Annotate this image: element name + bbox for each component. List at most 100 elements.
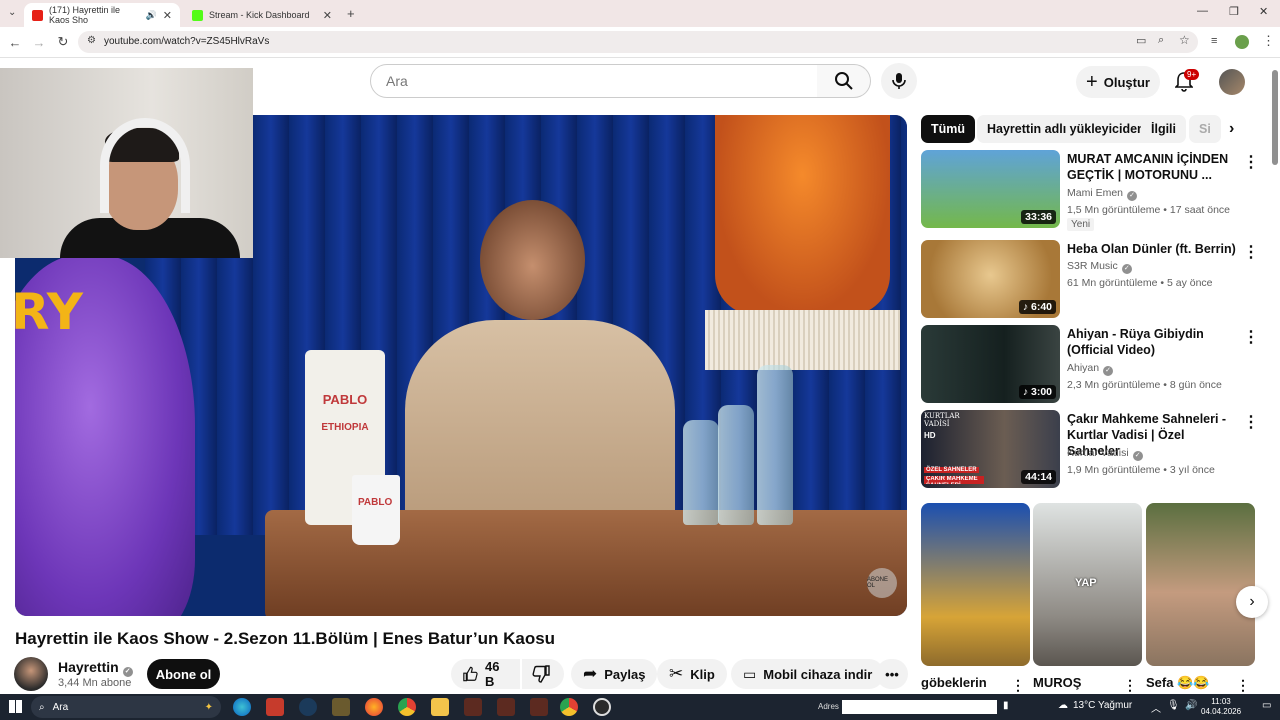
short-thumbnail[interactable] bbox=[921, 503, 1030, 666]
duration-badge: ♪ 6:40 bbox=[1018, 300, 1056, 314]
water-bottle bbox=[683, 420, 719, 525]
app-icon[interactable] bbox=[332, 698, 350, 716]
chip-related[interactable]: İlgili bbox=[1141, 115, 1186, 143]
notification-center-icon[interactable]: ▭ bbox=[1262, 700, 1271, 711]
short-thumbnail[interactable]: YAP bbox=[1033, 503, 1142, 666]
channel-text: Mami Emen bbox=[1067, 187, 1124, 199]
search-input[interactable]: Ara bbox=[370, 64, 818, 98]
more-options-icon[interactable]: ⋮ bbox=[1123, 677, 1137, 694]
browser-menu-icon[interactable]: ⋮ bbox=[1262, 33, 1275, 49]
voice-search-button[interactable] bbox=[881, 63, 917, 99]
bookmark-star-icon[interactable]: ☆ bbox=[1179, 33, 1190, 47]
profile-icon[interactable] bbox=[1235, 35, 1249, 49]
clip-button[interactable]: ✂ Klip bbox=[657, 659, 727, 689]
address-toolbar-input[interactable] bbox=[842, 700, 997, 714]
more-options-icon[interactable]: ⋮ bbox=[1011, 677, 1025, 694]
media-control-icon[interactable]: ≡ bbox=[1211, 35, 1217, 47]
microphone-icon[interactable]: 🎙 bbox=[1167, 700, 1180, 711]
like-button[interactable]: 46 B bbox=[451, 659, 520, 689]
obs-icon[interactable] bbox=[593, 698, 611, 716]
video-thumbnail[interactable]: ♪ 6:40 bbox=[921, 240, 1060, 318]
taskbar-search[interactable]: ⌕ Ara ✦ bbox=[31, 696, 221, 718]
site-info-icon[interactable]: ⚙ bbox=[87, 35, 96, 46]
more-actions-button[interactable]: ••• bbox=[876, 659, 908, 689]
recommendation-channel[interactable]: Kurtlar Vadisi ✓ bbox=[1067, 447, 1143, 461]
more-options-icon[interactable]: ⋮ bbox=[1243, 242, 1259, 262]
shorts-next-icon[interactable]: › bbox=[1236, 586, 1268, 618]
minimize-icon[interactable]: — bbox=[1197, 5, 1208, 17]
cast-icon[interactable]: ▭ bbox=[1136, 34, 1146, 47]
close-tab-icon[interactable]: ✕ bbox=[163, 9, 172, 22]
chrome-icon[interactable] bbox=[398, 698, 416, 716]
video-thumbnail[interactable]: ♪ 3:00 bbox=[921, 325, 1060, 403]
more-options-icon[interactable]: ⋮ bbox=[1243, 327, 1259, 347]
start-icon[interactable] bbox=[9, 700, 22, 713]
browser-tab-kick[interactable]: Stream - Kick Dashboard ✕ bbox=[184, 3, 340, 27]
subscribe-button[interactable]: Abone ol bbox=[147, 659, 220, 689]
store-icon[interactable] bbox=[266, 698, 284, 716]
reload-icon[interactable]: ↻ bbox=[54, 33, 72, 51]
short-thumbnail[interactable] bbox=[1146, 503, 1255, 666]
bag-origin: ETHIOPIA bbox=[321, 422, 369, 433]
recommendation-item[interactable]: KURTLAR VADİSİ HD ÖZEL SAHNELER ÇAKIR MA… bbox=[921, 410, 1261, 490]
tray-icon[interactable]: ▮ bbox=[1003, 700, 1009, 711]
recommendation-item[interactable]: 33:36 MURAT AMCANIN İÇİNDEN GEÇTİK | MOT… bbox=[921, 150, 1261, 231]
more-options-icon[interactable]: ⋮ bbox=[1243, 412, 1259, 432]
game-app-icon[interactable] bbox=[464, 698, 482, 716]
search-highlight-icon: ✦ bbox=[204, 701, 213, 713]
download-button[interactable]: ▭ Mobil cihaza indir bbox=[731, 659, 885, 689]
chrome-active-icon[interactable] bbox=[560, 698, 578, 716]
clock-date: 04.04.2026 bbox=[1201, 707, 1242, 716]
recommendation-title[interactable]: MURAT AMCANIN İÇİNDEN GEÇTİK | MOTORUNU … bbox=[1067, 151, 1237, 183]
back-icon[interactable]: ← bbox=[6, 33, 24, 51]
account-avatar[interactable] bbox=[1219, 69, 1245, 95]
recommendation-title[interactable]: Ahiyan - Rüya Gibiydin (Official Video) bbox=[1067, 326, 1237, 358]
dislike-button[interactable] bbox=[522, 659, 564, 689]
tab-search-icon[interactable]: ⌄ bbox=[8, 7, 16, 18]
video-thumbnail[interactable]: KURTLAR VADİSİ HD ÖZEL SAHNELER ÇAKIR MA… bbox=[921, 410, 1060, 488]
recommendation-item[interactable]: ♪ 3:00 Ahiyan - Rüya Gibiydin (Official … bbox=[921, 325, 1261, 405]
close-window-icon[interactable]: ✕ bbox=[1259, 5, 1268, 18]
chips-next-icon[interactable]: › bbox=[1229, 120, 1234, 138]
game-app-icon[interactable] bbox=[497, 698, 515, 716]
video-thumbnail[interactable]: 33:36 bbox=[921, 150, 1060, 228]
game-app-icon[interactable] bbox=[530, 698, 548, 716]
recommendation-title[interactable]: Heba Olan Dünler (ft. Berrin) bbox=[1067, 241, 1237, 257]
recommendation-channel[interactable]: S3R Music ✓ bbox=[1067, 260, 1132, 274]
recommendation-channel[interactable]: Mami Emen ✓ bbox=[1067, 187, 1138, 201]
taskbar-clock[interactable]: 11:03 04.04.2026 bbox=[1201, 697, 1241, 717]
search-button[interactable] bbox=[817, 64, 871, 98]
restore-icon[interactable]: ❐ bbox=[1229, 5, 1239, 18]
share-button[interactable]: ➦ Paylaş bbox=[571, 659, 658, 689]
recommendation-item[interactable]: ♪ 6:40 Heba Olan Dünler (ft. Berrin) S3R… bbox=[921, 240, 1261, 320]
steam-icon[interactable] bbox=[299, 698, 317, 716]
browser-toolbar: ← → ↻ ⚙ youtube.com/watch?v=ZS45HlvRaVs … bbox=[0, 27, 1280, 58]
edge-icon[interactable] bbox=[233, 698, 251, 716]
chip-more[interactable]: Si bbox=[1189, 115, 1221, 143]
speaker-icon[interactable]: 🔊 bbox=[1185, 700, 1197, 711]
page-scrollbar[interactable] bbox=[1272, 70, 1278, 165]
tab-title: (171) Hayrettin ile Kaos Sho bbox=[49, 5, 121, 25]
create-button[interactable]: + Oluştur bbox=[1076, 66, 1160, 98]
recommendation-channel[interactable]: Ahiyan ✓ bbox=[1067, 362, 1114, 376]
channel-name[interactable]: Hayrettin ✓ bbox=[58, 659, 133, 677]
short-title[interactable]: göbeklerin bbox=[921, 675, 987, 690]
browser-tab-youtube[interactable]: (171) Hayrettin ile Kaos Sho 🔊 ✕ bbox=[24, 3, 180, 27]
short-title[interactable]: Sefa 😂😂 bbox=[1146, 675, 1209, 691]
forward-icon[interactable]: → bbox=[30, 33, 48, 51]
chip-uploader[interactable]: Hayrettin adlı yükleyiciden bbox=[977, 115, 1155, 143]
zoom-icon[interactable]: ⌕ bbox=[1158, 34, 1164, 47]
new-tab-icon[interactable]: + bbox=[347, 6, 355, 21]
tray-chevron-icon[interactable]: ︿ bbox=[1151, 700, 1161, 715]
channel-avatar[interactable] bbox=[14, 657, 48, 691]
subscribe-watermark[interactable]: ABONE OL bbox=[867, 568, 897, 598]
file-explorer-icon[interactable] bbox=[431, 698, 449, 716]
firefox-icon[interactable] bbox=[365, 698, 383, 716]
weather-widget[interactable]: ☁ 13°C Yağmur bbox=[1058, 700, 1132, 711]
chip-all[interactable]: Tümü bbox=[921, 115, 976, 143]
more-options-icon[interactable]: ⋮ bbox=[1243, 152, 1259, 172]
address-bar[interactable]: ⚙ youtube.com/watch?v=ZS45HlvRaVs ▭ ⌕ ☆ bbox=[78, 31, 1198, 53]
more-options-icon[interactable]: ⋮ bbox=[1236, 677, 1250, 694]
short-title[interactable]: MUROŞ bbox=[1033, 675, 1081, 690]
close-tab-icon[interactable]: ✕ bbox=[323, 9, 332, 22]
